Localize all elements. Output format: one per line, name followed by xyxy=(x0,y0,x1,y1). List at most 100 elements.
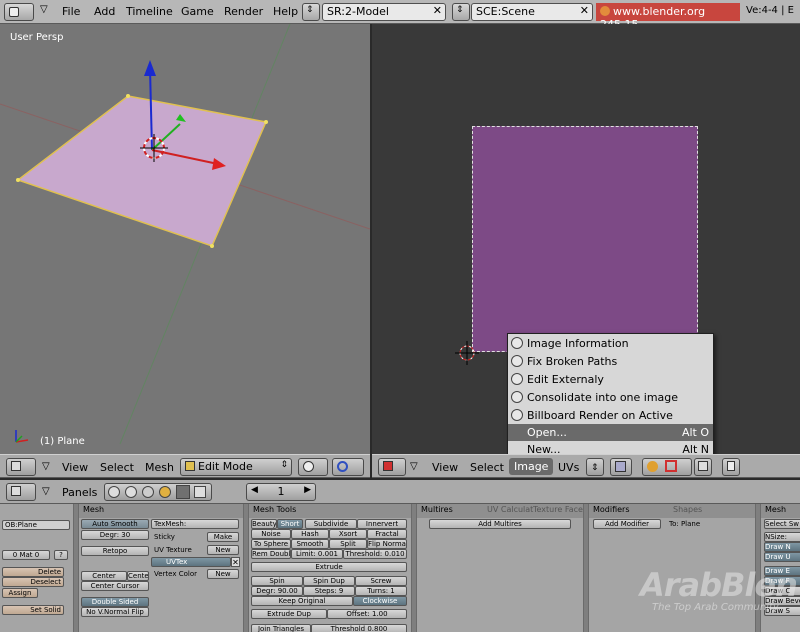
menu-timeline[interactable]: Timeline xyxy=(126,5,173,18)
extrude-button[interactable]: Extrude xyxy=(251,562,407,572)
retopo-toggle[interactable]: Retopo xyxy=(81,546,149,556)
close-icon[interactable]: ✕ xyxy=(433,4,442,17)
plane-face[interactable] xyxy=(16,95,268,247)
join-threshold-field[interactable]: Threshold 0.800 xyxy=(311,624,407,632)
fractal-button[interactable]: Fractal xyxy=(367,529,407,539)
uv-sync-button[interactable]: ⇕ xyxy=(586,458,604,476)
draw-vnormals-toggle[interactable]: Draw U xyxy=(764,552,800,562)
screen-field[interactable]: SR:2-Model ✕ xyxy=(322,3,446,21)
shading-icon[interactable] xyxy=(142,486,154,498)
draw-normals-toggle[interactable]: Draw N xyxy=(764,542,800,552)
menu-file[interactable]: File xyxy=(62,5,80,18)
tab-shapes[interactable]: Shapes xyxy=(673,505,702,514)
script-icon[interactable] xyxy=(125,486,137,498)
subdivide-button[interactable]: Subdivide xyxy=(305,519,357,529)
beauty-toggle[interactable]: Beauty xyxy=(251,519,277,529)
vertex[interactable] xyxy=(264,120,268,124)
vertex[interactable] xyxy=(210,244,214,248)
menu-item-edit-externally[interactable]: Edit Externaly xyxy=(508,371,713,388)
context-buttons[interactable] xyxy=(104,483,212,501)
draw-type-button[interactable] xyxy=(298,458,328,476)
tab-texture-face[interactable]: Texture Face xyxy=(533,505,583,514)
z-arrow-icon[interactable] xyxy=(144,60,156,76)
menu-item-image-information[interactable]: Image Information xyxy=(508,335,713,352)
menu-panels[interactable]: Panels xyxy=(62,486,97,499)
material-index-field[interactable]: 0 Mat 0 xyxy=(2,550,50,560)
menu-game[interactable]: Game xyxy=(181,5,214,18)
keep-original-toggle[interactable]: Keep Original xyxy=(251,596,353,606)
center-cursor-button[interactable]: Center Cursor xyxy=(81,581,149,591)
editing-icon[interactable] xyxy=(176,485,190,499)
degr-field[interactable]: Degr: 90.00 xyxy=(251,586,303,596)
delete-button[interactable]: Delete xyxy=(2,567,64,577)
center-new-button[interactable]: Center New xyxy=(127,571,149,581)
frame-field[interactable]: ◀ 1 ▶ xyxy=(246,483,316,501)
menu-mesh[interactable]: Mesh xyxy=(145,461,174,474)
scene-icon[interactable] xyxy=(194,486,206,498)
flip-normal-button[interactable]: Flip Normal xyxy=(367,539,407,549)
editor-type-button[interactable] xyxy=(6,458,36,476)
scene-field[interactable]: SCE:Scene ✕ xyxy=(471,3,593,21)
select-swap-button[interactable]: Select Sw xyxy=(764,519,800,529)
extrude-dup-button[interactable]: Extrude Dup xyxy=(251,609,327,619)
vertex-color-new-button[interactable]: New xyxy=(207,569,239,579)
window-type-button[interactable] xyxy=(4,3,34,21)
editor-type-button[interactable] xyxy=(378,458,406,476)
deselect-button[interactable]: Deselect xyxy=(2,577,64,587)
tab-modifiers[interactable]: Modifiers xyxy=(593,505,630,514)
clockwise-toggle[interactable]: Clockwise xyxy=(353,596,407,606)
join-triangles-button[interactable]: Join Triangles xyxy=(251,624,311,632)
no-vnormal-flip-toggle[interactable]: No V.Normal Flip xyxy=(81,607,149,617)
collapse-icon[interactable]: ▽ xyxy=(42,486,50,497)
uvtex-layer[interactable]: UVTex xyxy=(151,557,231,567)
image-canvas[interactable] xyxy=(472,126,698,352)
innervert-button[interactable]: Innervert xyxy=(357,519,407,529)
editor-type-button[interactable] xyxy=(6,483,36,501)
scene-browse-button[interactable]: ⇕ xyxy=(452,3,470,21)
menu-select[interactable]: Select xyxy=(100,461,134,474)
menu-item-consolidate[interactable]: Consolidate into one image xyxy=(508,389,713,406)
close-icon[interactable]: ✕ xyxy=(231,557,240,567)
add-multires-button[interactable]: Add Multires xyxy=(429,519,571,529)
menu-item-open[interactable]: Open... Alt O xyxy=(508,424,713,441)
limit-field[interactable]: Limit: 0.001 xyxy=(291,549,343,559)
steps-field[interactable]: Steps: 9 xyxy=(303,586,355,596)
menu-help[interactable]: Help xyxy=(273,5,298,18)
pivot-button[interactable] xyxy=(332,458,364,476)
object-icon[interactable] xyxy=(159,486,171,498)
menu-image[interactable]: Image xyxy=(509,458,554,475)
noise-button[interactable]: Noise xyxy=(251,529,291,539)
menu-render[interactable]: Render xyxy=(224,5,263,18)
menu-item-billboard-render[interactable]: Billboard Render on Active xyxy=(508,407,713,424)
sticky-make-button[interactable]: Make xyxy=(207,532,239,542)
center-button[interactable]: Center xyxy=(81,571,127,581)
texmesh-field[interactable]: TexMesh: xyxy=(151,519,239,529)
menu-view[interactable]: View xyxy=(62,461,88,474)
short-toggle[interactable]: Short xyxy=(277,519,303,529)
smooth-button[interactable]: Smooth xyxy=(291,539,329,549)
sticky-button[interactable] xyxy=(694,458,712,476)
collapse-icon[interactable]: ▽ xyxy=(42,461,50,472)
close-icon[interactable]: ✕ xyxy=(580,4,589,17)
collapse-icon[interactable]: ▽ xyxy=(410,461,418,472)
material-query-button[interactable]: ? xyxy=(54,550,68,560)
uv-texture-new-button[interactable]: New xyxy=(207,545,239,555)
uv-select-mode-button[interactable] xyxy=(610,458,632,476)
menu-select[interactable]: Select xyxy=(470,461,504,474)
chevron-left-icon[interactable]: ◀ xyxy=(251,485,258,495)
threshold-field[interactable]: Threshold: 0.010 xyxy=(343,549,407,559)
double-sided-toggle[interactable]: Double Sided xyxy=(81,597,149,607)
menu-add[interactable]: Add xyxy=(94,5,115,18)
screw-button[interactable]: Screw xyxy=(355,576,407,586)
spin-dup-button[interactable]: Spin Dup xyxy=(303,576,355,586)
mode-select[interactable]: Edit Mode ⇕ xyxy=(180,458,292,476)
add-modifier-button[interactable]: Add Modifier xyxy=(593,519,661,529)
menu-view[interactable]: View xyxy=(432,461,458,474)
vertex[interactable] xyxy=(16,178,20,182)
screen-browse-button[interactable]: ⇕ xyxy=(302,3,320,21)
uv-tools-group[interactable] xyxy=(642,458,692,476)
chevron-right-icon[interactable]: ▶ xyxy=(304,485,311,495)
tab-uv-calculation[interactable]: UV Calculat xyxy=(487,505,533,514)
menu-uvs[interactable]: UVs xyxy=(558,461,579,474)
image-pin-button[interactable] xyxy=(722,458,740,476)
